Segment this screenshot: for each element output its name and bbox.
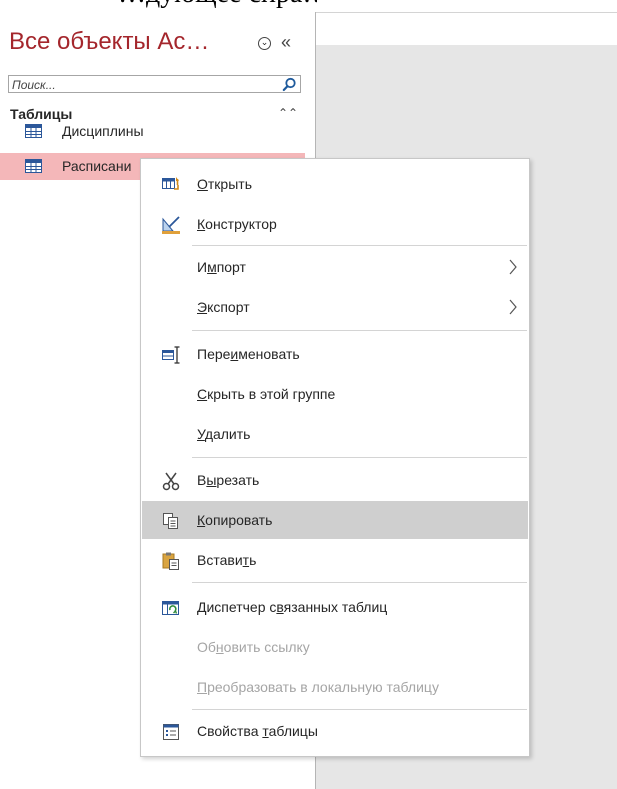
search-box [8, 75, 301, 93]
menu-item-label: Переименовать [197, 346, 300, 362]
table-properties-icon [163, 724, 179, 740]
chevron-down-icon: ⌄ [260, 37, 269, 47]
menu-item-label: Вырезать [197, 472, 260, 488]
nav-pane-title[interactable]: Все объекты Ac… [9, 28, 257, 56]
menu-item-import[interactable]: Импорт [142, 248, 528, 286]
menu-item-label: Диспетчер связанных таблиц [197, 599, 388, 615]
menu-item-table-properties[interactable]: Свойства таблицы [142, 712, 528, 750]
menu-item-open[interactable]: Открыть [142, 165, 528, 203]
rename-icon [162, 346, 180, 364]
document-text-fragment: …дующее спра… [0, 0, 317, 12]
menu-item-paste[interactable]: Вставить [142, 541, 528, 579]
menu-separator [192, 582, 527, 583]
menu-item-label: Удалить [197, 426, 251, 442]
menu-item-label: Преобразовать в локальную таблицу [197, 679, 439, 695]
menu-item-label: Экспорт [197, 299, 250, 315]
document-text: …дующее спра… [118, 0, 317, 10]
menu-separator [192, 457, 527, 458]
scissors-icon [162, 472, 180, 491]
search-input[interactable] [12, 77, 272, 92]
menu-item-label: Импорт [197, 259, 246, 275]
menu-item-rename[interactable]: Переименовать [142, 335, 528, 373]
tab-strip [316, 12, 617, 46]
menu-item-delete[interactable]: Удалить [142, 415, 528, 453]
nav-item-label: Дисциплины [62, 123, 144, 139]
context-menu: Открыть Конструктор Импорт Экспорт Переи… [140, 158, 530, 757]
menu-item-linked-table-manager[interactable]: Диспетчер связанных таблиц [142, 588, 528, 626]
menu-item-label: Открыть [197, 176, 252, 192]
menu-item-convert-to-local: Преобразовать в локальную таблицу [142, 668, 528, 706]
menu-item-refresh-link: Обновить ссылку [142, 628, 528, 666]
menu-separator [192, 330, 527, 331]
copy-icon [163, 513, 178, 529]
menu-item-label: Вставить [197, 552, 257, 568]
linked-table-manager-icon [162, 601, 179, 615]
chevron-right-icon [509, 299, 517, 315]
design-view-icon [162, 216, 180, 234]
menu-item-label: Копировать [197, 512, 273, 528]
nav-pane-menu-icon[interactable]: ⌄ [258, 37, 271, 50]
menu-item-hide-in-group[interactable]: Скрыть в этой группе [142, 375, 528, 413]
menu-item-cut[interactable]: Вырезать [142, 461, 528, 499]
open-table-icon [162, 177, 179, 190]
table-icon [25, 159, 42, 173]
menu-item-export[interactable]: Экспорт [142, 288, 528, 326]
menu-item-label: Свойства таблицы [197, 723, 318, 739]
menu-item-label: Конструктор [197, 216, 277, 232]
search-icon[interactable] [282, 77, 297, 92]
nav-item-disciplines[interactable]: Дисциплины [0, 118, 305, 145]
menu-separator [192, 709, 527, 710]
table-icon [25, 124, 42, 138]
nav-item-label: Расписани [62, 158, 132, 174]
paste-icon [162, 552, 179, 570]
menu-item-copy[interactable]: Копировать [142, 501, 528, 539]
menu-item-design-view[interactable]: Конструктор [142, 205, 528, 243]
menu-item-label: Скрыть в этой группе [197, 386, 336, 402]
menu-item-label: Обновить ссылку [197, 639, 310, 655]
menu-separator [192, 245, 527, 246]
chevron-right-icon [509, 259, 517, 275]
shutter-bar-close-icon[interactable]: « [281, 32, 291, 53]
